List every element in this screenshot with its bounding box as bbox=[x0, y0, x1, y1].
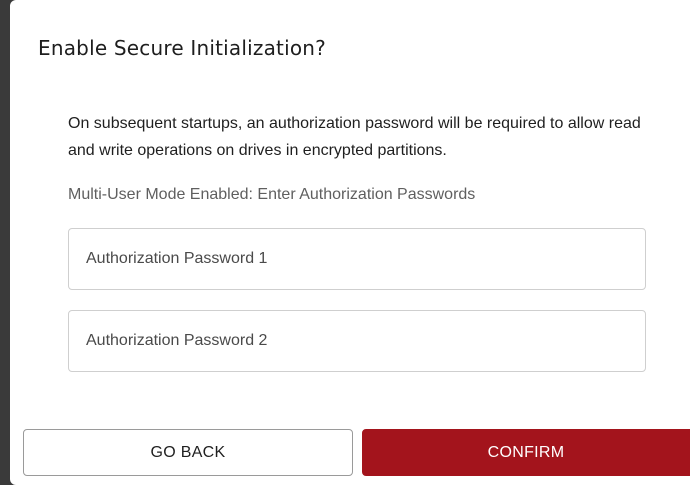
dialog-description: On subsequent startups, an authorization… bbox=[68, 115, 641, 159]
secure-init-dialog: Enable Secure Initialization? On subsequ… bbox=[10, 0, 690, 485]
authorization-password-2-field[interactable] bbox=[68, 310, 646, 372]
go-back-label: GO BACK bbox=[150, 443, 226, 461]
authorization-password-1-field[interactable] bbox=[68, 228, 646, 290]
multi-user-mode-label: Multi-User Mode Enabled: Enter Authoriza… bbox=[68, 186, 476, 203]
confirm-label: CONFIRM bbox=[487, 443, 565, 461]
go-back-button[interactable]: GO BACK bbox=[23, 429, 353, 476]
authorization-password-2-input[interactable] bbox=[69, 311, 645, 371]
confirm-button[interactable]: CONFIRM bbox=[362, 429, 690, 476]
authorization-password-1-input[interactable] bbox=[69, 229, 645, 289]
dialog-title: Enable Secure Initialization? bbox=[38, 36, 326, 60]
